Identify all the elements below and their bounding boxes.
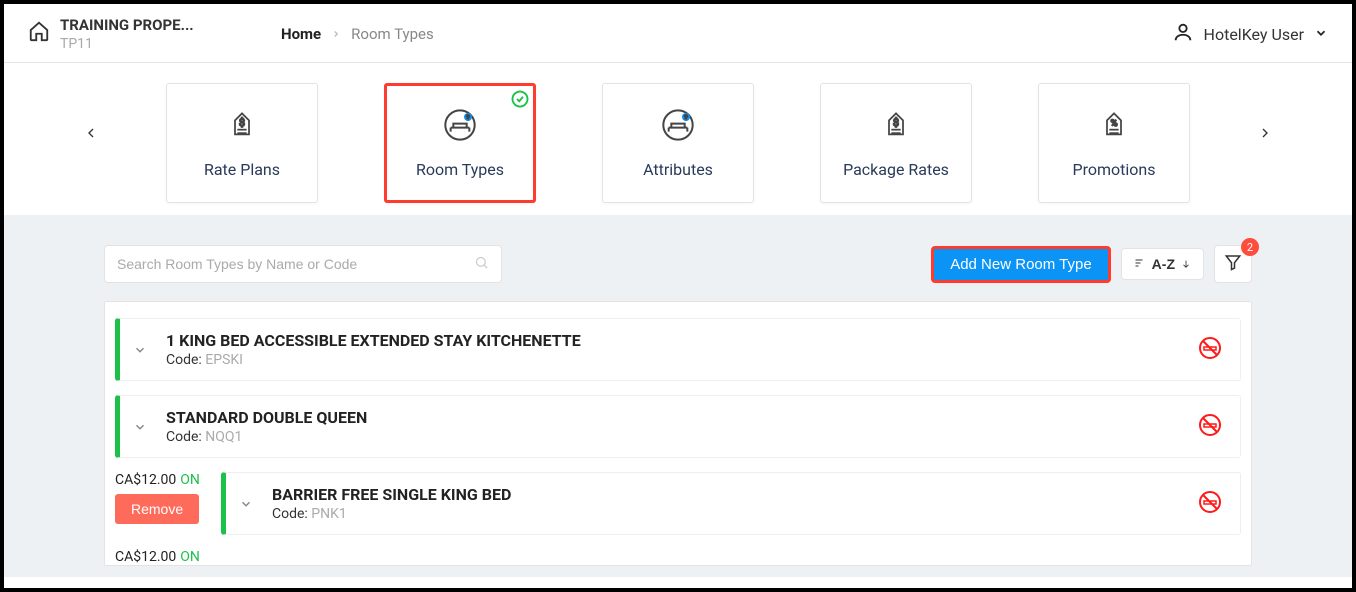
remove-button[interactable]: Remove [115, 494, 199, 524]
chevron-down-icon[interactable] [130, 343, 150, 357]
chevron-down-icon [1314, 25, 1328, 44]
price-line: CA$12.00ON [115, 472, 209, 488]
chevron-right-icon [331, 25, 341, 43]
nav-card-attributes[interactable]: ? Attributes [602, 83, 754, 203]
breadcrumb-home[interactable]: Home [281, 25, 321, 43]
bed-icon: ? [443, 108, 477, 142]
nav-card-label: Promotions [1073, 160, 1156, 179]
room-title: BARRIER FREE SINGLE KING BED [272, 485, 1182, 504]
no-smoking-icon [1198, 413, 1222, 441]
room-code-line: Code: PNK1 [272, 506, 1182, 522]
nav-row: $ Rate Plans ? Room Types ? Attributes $… [4, 63, 1352, 215]
percent-tag-icon: % [1097, 108, 1131, 142]
sort-button[interactable]: A-Z [1121, 248, 1204, 280]
nav-next[interactable] [1250, 118, 1280, 148]
nav-card-promotions[interactable]: % Promotions [1038, 83, 1190, 203]
add-room-type-button[interactable]: Add New Room Type [931, 246, 1110, 283]
room-types-panel: 1 KING BED ACCESSIBLE EXTENDED STAY KITC… [104, 301, 1252, 566]
svg-text:?: ? [466, 113, 469, 121]
nav-card-label: Package Rates [843, 160, 949, 179]
property-name: TRAINING PROPE... [60, 16, 194, 34]
bed-icon: ? [661, 108, 695, 142]
room-title: STANDARD DOUBLE QUEEN [166, 408, 1182, 427]
search-input[interactable] [117, 256, 474, 272]
sort-lines-icon [1134, 256, 1146, 272]
price-tag-icon: $ [225, 108, 259, 142]
price-tag-icon: $ [879, 108, 913, 142]
arrow-down-icon [1181, 256, 1191, 272]
user-name: HotelKey User [1204, 25, 1304, 44]
nav-prev[interactable] [76, 118, 106, 148]
search-icon [474, 255, 489, 274]
property-block[interactable]: TRAINING PROPE... TP11 [28, 16, 243, 52]
nav-card-label: Room Types [416, 160, 504, 179]
toolbar: Add New Room Type A-Z 2 [104, 245, 1252, 283]
room-code-line: Code: EPSKI [166, 352, 1182, 368]
user-menu[interactable]: HotelKey User [1172, 21, 1328, 47]
home-icon [28, 20, 50, 42]
room-row[interactable]: 1 KING BED ACCESSIBLE EXTENDED STAY KITC… [115, 318, 1241, 381]
content: Add New Room Type A-Z 2 [4, 215, 1352, 577]
nav-card-label: Rate Plans [204, 160, 280, 179]
room-row[interactable]: STANDARD DOUBLE QUEEN Code: NQQ1 [115, 395, 1241, 458]
no-smoking-icon [1198, 336, 1222, 364]
nav-card-rate-plans[interactable]: $ Rate Plans [166, 83, 318, 203]
filter-badge: 2 [1241, 238, 1259, 256]
filter-button[interactable]: 2 [1214, 245, 1252, 283]
svg-text:?: ? [684, 113, 687, 121]
filter-icon [1224, 253, 1242, 275]
header: TRAINING PROPE... TP11 Home Room Types H… [4, 4, 1352, 63]
nav-card-room-types[interactable]: ? Room Types [384, 83, 536, 203]
check-icon [511, 90, 529, 112]
nav-card-label: Attributes [643, 160, 713, 179]
chevron-down-icon[interactable] [130, 420, 150, 434]
property-sub: TP11 [60, 36, 194, 52]
sort-label: A-Z [1152, 256, 1175, 272]
breadcrumb-current: Room Types [351, 25, 434, 43]
breadcrumb: Home Room Types [281, 25, 434, 43]
price-block: CA$12.00ON Remove [115, 472, 209, 524]
room-title: 1 KING BED ACCESSIBLE EXTENDED STAY KITC… [166, 331, 1182, 350]
price-line-partial: CA$12.00ON [115, 549, 1241, 565]
svg-text:$: $ [893, 116, 899, 129]
svg-text:$: $ [239, 116, 245, 129]
chevron-down-icon[interactable] [236, 497, 256, 511]
room-row-with-price: CA$12.00ON Remove BARRIER FREE SINGLE KI… [115, 472, 1241, 535]
room-code-line: Code: NQQ1 [166, 429, 1182, 445]
search-input-wrap[interactable] [104, 245, 502, 283]
nav-card-package-rates[interactable]: $ Package Rates [820, 83, 972, 203]
svg-text:%: % [1111, 118, 1118, 129]
room-row[interactable]: BARRIER FREE SINGLE KING BED Code: PNK1 [221, 472, 1241, 535]
user-icon [1172, 21, 1194, 47]
no-smoking-icon [1198, 490, 1222, 518]
